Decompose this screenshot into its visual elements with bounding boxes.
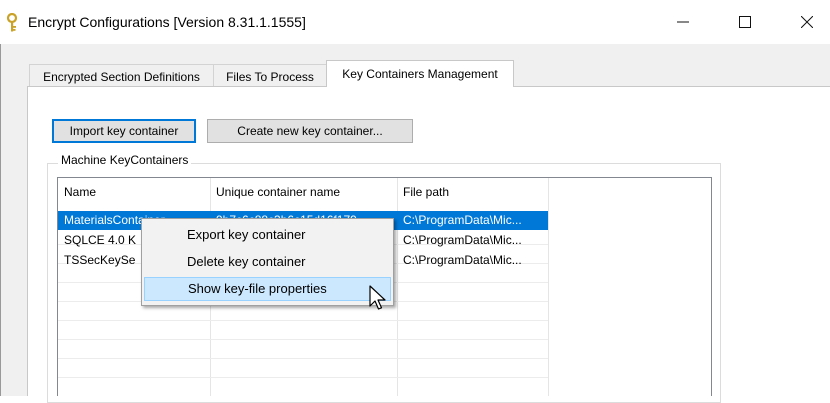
grid-line [58, 320, 548, 321]
menu-item-delete-key-container[interactable]: Delete key container [144, 250, 391, 274]
menu-item-show-key-file-properties[interactable]: Show key-file properties [144, 277, 391, 301]
list-header: Name Unique container name File path [58, 178, 711, 206]
tab-encrypted-section-definitions[interactable]: Encrypted Section Definitions [29, 64, 214, 86]
tab-key-containers-management[interactable]: Key Containers Management [326, 60, 514, 87]
group-label: Machine KeyContainers [58, 153, 192, 167]
mouse-cursor-icon [369, 285, 386, 310]
column-header-name[interactable]: Name [58, 178, 210, 206]
context-menu: Export key container Delete key containe… [141, 218, 394, 306]
grid-line [58, 358, 548, 359]
grid-line [58, 377, 548, 378]
title-bar: Encrypt Configurations [Version 8.31.1.1… [0, 0, 830, 44]
column-header-file-path[interactable]: File path [397, 178, 548, 206]
create-key-container-button[interactable]: Create new key container... [207, 119, 413, 143]
minimize-icon [677, 21, 689, 23]
maximize-button[interactable] [722, 0, 768, 44]
close-button[interactable] [784, 0, 830, 44]
menu-item-export-key-container[interactable]: Export key container [144, 223, 391, 247]
close-icon [801, 16, 813, 28]
column-header-unique-name[interactable]: Unique container name [210, 178, 397, 206]
window-title: Encrypt Configurations [Version 8.31.1.1… [28, 14, 306, 30]
import-key-container-button[interactable]: Import key container [52, 119, 196, 143]
key-icon [6, 13, 18, 32]
column-separator [548, 178, 549, 396]
cell-file-path: C:\ProgramData\Mic... [403, 213, 522, 227]
tab-files-to-process[interactable]: Files To Process [213, 64, 327, 86]
maximize-icon [739, 16, 751, 28]
grid-line [58, 339, 548, 340]
cell-file-path: C:\ProgramData\Mic... [403, 253, 522, 267]
minimize-button[interactable] [660, 0, 706, 44]
cell-file-path: C:\ProgramData\Mic... [403, 233, 522, 247]
